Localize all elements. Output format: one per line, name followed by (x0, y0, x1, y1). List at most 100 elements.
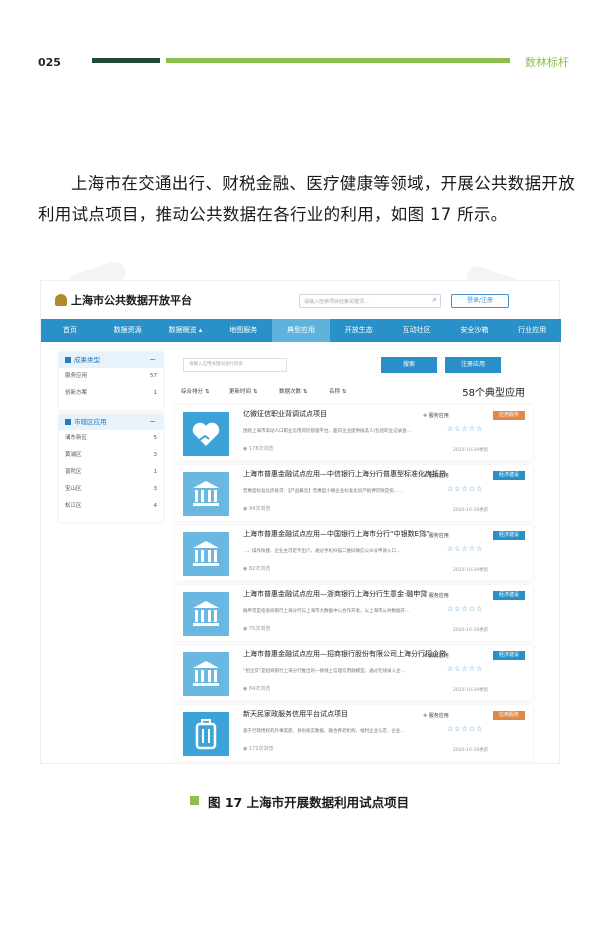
page-number: 025 (38, 56, 61, 69)
card-tag: ✚ 服务应用 (423, 653, 449, 659)
app-search-input[interactable]: 请输入应用关键词进行检索 (183, 358, 287, 372)
nav-item-data-overview[interactable]: 数据概览 ▴ (157, 319, 215, 342)
collapse-icon[interactable]: − (149, 352, 156, 368)
nav-item-home[interactable]: 首页 (41, 319, 99, 342)
card-date: 2020-10-29更新 (453, 628, 489, 633)
grid-icon (65, 357, 71, 363)
grid-icon (65, 419, 71, 425)
site-header: 上海市公共数据开放平台 请输入检索项目检索关键词... ⌕ 登录/注册 (41, 281, 561, 319)
card-date: 2020-10-29更新 (453, 448, 489, 453)
filter-item[interactable]: 服务应用 57 (59, 368, 163, 385)
sort-data-count[interactable]: 数据次数 ⇅ (279, 387, 307, 395)
nav-item-data-resources[interactable]: 数据资源 (99, 319, 157, 342)
header-rule-green (166, 58, 510, 63)
card-description: 融申贷是指浙商银行上海分行与上海市大数据中心合作开发，以上海市公共数据开… (243, 609, 410, 614)
panel-header[interactable]: 成果类型 − (59, 352, 163, 368)
card-views: ◉ 75次浏览 (243, 626, 271, 632)
card-title[interactable]: 上海市普惠金融试点应用—浙商银行上海分行生意金·融申贷 (243, 589, 427, 599)
sort-bar: 综合排分 ⇅ 更新时间 ⇅ 数据次数 ⇅ 名称 ⇅ 58个典型应用 (175, 383, 535, 401)
nav-item-ecosystem[interactable]: 开放生态 (330, 319, 388, 342)
card-title[interactable]: 上海市普惠金融试点应用—招商银行股份有限公司上海分行招企贷 (243, 649, 446, 659)
search-button[interactable]: 搜索 (381, 357, 437, 373)
district-panel: 市辖区应用 − 浦东新区 5 黄浦区 3 普陀区 1 宝山区 3 松江区 4 (59, 414, 163, 522)
login-button[interactable]: 登录/注册 (451, 294, 509, 308)
brand-label: 数林标杆 (525, 56, 569, 69)
card-date: 2020-10-29更新 (453, 508, 489, 513)
result-type-panel: 成果类型 − 服务应用 57 创新方案 1 (59, 352, 163, 410)
figure-caption: 图 17 上海市开展数据利用试点项目 (208, 795, 410, 810)
app-card[interactable]: 上海市普惠金融试点应用—浙商银行上海分行生意金·融申贷融申贷是指浙商银行上海分行… (175, 585, 533, 641)
rating-stars[interactable]: ☆☆☆☆☆ (447, 665, 483, 673)
panel-header[interactable]: 市辖区应用 − (59, 414, 163, 430)
category-badge[interactable]: 应用服务 (493, 711, 525, 720)
nav-item-industry[interactable]: 行业应用 (503, 319, 561, 342)
bank-icon (183, 532, 229, 576)
tag-icon: ✚ (423, 593, 428, 599)
card-description: …、操作快捷、企业主可足不出户，通过手机扫描二维码微信公众号申请入口… (243, 549, 401, 554)
app-card[interactable]: 上海市普惠金融试点应用—中信银行上海分行普惠型标准化房抵贷普惠型标准化房抵贷：【… (175, 465, 533, 521)
nav-item-community[interactable]: 互动社区 (388, 319, 446, 342)
card-title[interactable]: 上海市普惠金融试点应用—中国银行上海市分行“中银数E贷” (243, 529, 430, 539)
bank-icon (183, 472, 229, 516)
register-app-button[interactable]: 注册应用 (445, 357, 501, 373)
app-card[interactable]: 亿微征信职业背调试点项目围绕上海市高动人口职业信用风险管理平台，面向企业提供候选… (175, 405, 533, 461)
embedded-screenshot: 上海市公共数据开放平台 请输入检索项目检索关键词... ⌕ 登录/注册 首页 数… (40, 280, 561, 764)
card-tag: ✚ 服务应用 (423, 473, 449, 479)
card-title[interactable]: 亿微征信职业背调试点项目 (243, 409, 327, 419)
rating-stars[interactable]: ☆☆☆☆☆ (447, 485, 483, 493)
app-card[interactable]: 上海市普惠金融试点应用—招商银行股份有限公司上海分行招企贷 “招企贷”是招商银行上… (175, 645, 533, 701)
tag-icon: ✚ (423, 533, 428, 539)
main-nav: 首页 数据资源 数据概览 ▴ 地图服务 典型应用 开放生态 互动社区 安全沙箱 … (41, 319, 561, 342)
luggage-icon (183, 712, 229, 756)
card-date: 2020-10-29更新 (453, 748, 489, 753)
collapse-icon[interactable]: − (149, 414, 156, 430)
card-title[interactable]: 上海市普惠金融试点应用—中信银行上海分行普惠型标准化房抵贷 (243, 469, 446, 479)
card-description: “招企贷”是招商银行上海分行推出的一款线上信理信用融模型，通过在线录入企… (243, 669, 406, 674)
filter-item[interactable]: 浦东新区 5 (59, 430, 163, 447)
rating-stars[interactable]: ☆☆☆☆☆ (447, 725, 483, 733)
filter-item[interactable]: 黄浦区 3 (59, 447, 163, 464)
heart-hand-icon (183, 412, 229, 456)
nav-item-typical-apps[interactable]: 典型应用 (272, 319, 330, 342)
card-tag: ✚ 服务应用 (423, 713, 449, 719)
card-date: 2020-10-29更新 (453, 568, 489, 573)
rating-stars[interactable]: ☆☆☆☆☆ (447, 425, 483, 433)
nav-item-sandbox[interactable]: 安全沙箱 (445, 319, 503, 342)
app-card[interactable]: 上海市普惠金融试点应用—中国银行上海市分行“中银数E贷” …、操作快捷、企业主可足… (175, 525, 533, 581)
site-search-input[interactable]: 请输入检索项目检索关键词... ⌕ (299, 294, 441, 308)
card-tag: ✚ 服务应用 (423, 593, 449, 599)
card-views: ◉ 178次浏览 (243, 446, 274, 452)
category-badge[interactable]: 经济建设 (493, 471, 525, 480)
card-tag: ✚ 服务应用 (423, 533, 449, 539)
rating-stars[interactable]: ☆☆☆☆☆ (447, 545, 483, 553)
sort-composite[interactable]: 综合排分 ⇅ (181, 387, 209, 395)
card-description: 普惠型标准化房抵贷：【产品概念】普惠型小微企业标准化房产抵押贷款是指…… (243, 489, 403, 494)
sort-update-time[interactable]: 更新时间 ⇅ (229, 387, 257, 395)
card-views: ◉ 172次浏览 (243, 746, 274, 752)
category-badge[interactable]: 经济建设 (493, 591, 525, 600)
search-icon[interactable]: ⌕ (433, 296, 437, 304)
card-views: ◉ 84次浏览 (243, 686, 271, 692)
filter-item[interactable]: 松江区 4 (59, 498, 163, 515)
total-count: 58个典型应用 (462, 388, 525, 399)
body-paragraph: 上海市在交通出行、财税金融、医疗健康等领域，开展公共数据开放利用试点项目，推动公… (38, 174, 575, 224)
rating-stars[interactable]: ☆☆☆☆☆ (447, 605, 483, 613)
filter-item[interactable]: 普陀区 1 (59, 464, 163, 481)
bell-logo-icon (55, 294, 67, 306)
card-views: ◉ 82次浏览 (243, 566, 271, 572)
caption-marker (190, 796, 199, 805)
card-description: 围绕上海市高动人口职业信用风险管理平台，面向企业提供候选人(包括职业记录查… (243, 429, 412, 434)
app-card[interactable]: 新天民家政服务信用平台试点项目基于行政授权的外事案底、身份核实数据、融合养老机构… (175, 705, 533, 761)
tag-icon: ✚ (423, 473, 428, 479)
category-badge[interactable]: 经济建设 (493, 651, 525, 660)
category-badge[interactable]: 应用服务 (493, 411, 525, 420)
nav-item-map-service[interactable]: 地图服务 (214, 319, 272, 342)
sort-name[interactable]: 名称 ⇅ (329, 387, 346, 395)
card-date: 2020-10-29更新 (453, 688, 489, 693)
category-badge[interactable]: 经济建设 (493, 531, 525, 540)
card-title[interactable]: 新天民家政服务信用平台试点项目 (243, 709, 348, 719)
card-description: 基于行政授权的外事案底、身份核实数据、融合养老机构、福利企业认定、企业… (243, 729, 405, 734)
filter-item[interactable]: 创新方案 1 (59, 385, 163, 402)
filter-item[interactable]: 宝山区 3 (59, 481, 163, 498)
bank-icon (183, 592, 229, 636)
